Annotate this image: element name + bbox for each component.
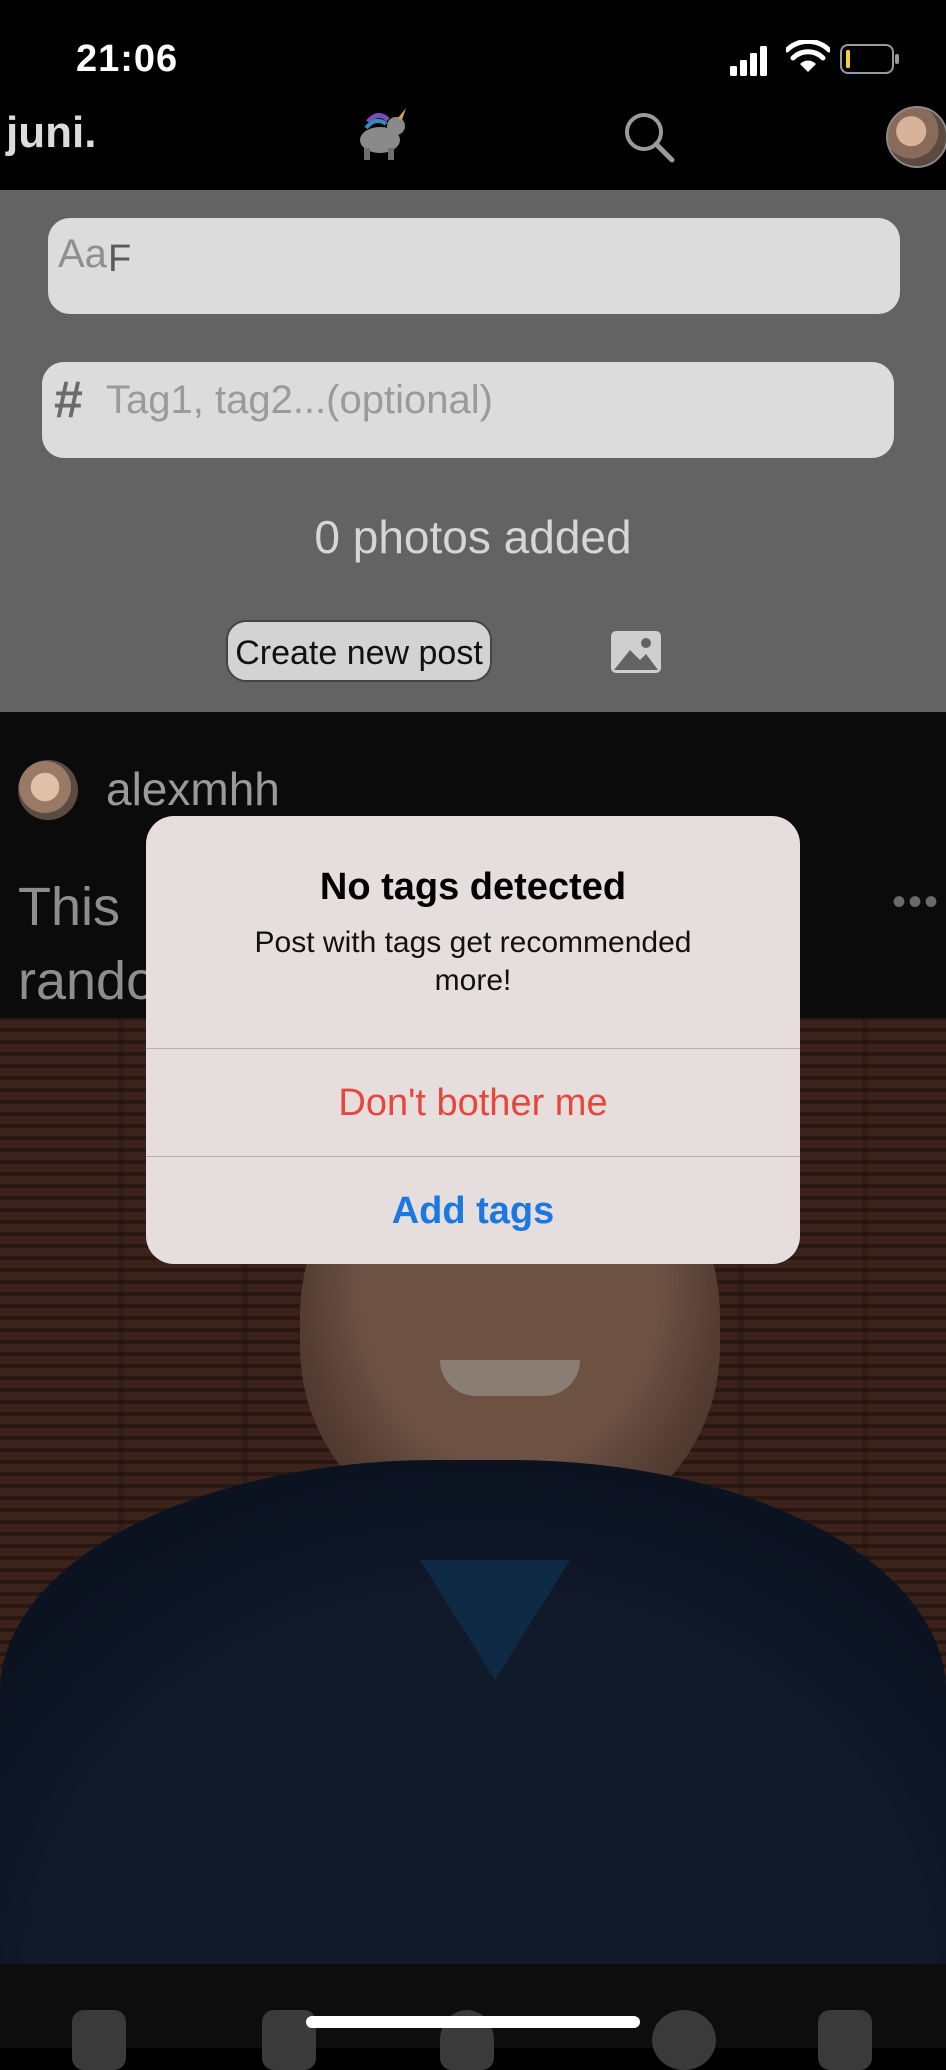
home-indicator[interactable]	[306, 2016, 640, 2028]
profile-avatar[interactable]	[886, 106, 946, 168]
brand-logo-text[interactable]: juni.	[6, 108, 96, 158]
more-icon[interactable]: •••	[892, 880, 940, 925]
status-time: 21:06	[76, 38, 179, 80]
nav-bar	[0, 100, 946, 190]
comment-icon[interactable]	[652, 2010, 716, 2070]
share-icon[interactable]	[818, 2010, 872, 2070]
no-tags-alert: No tags detected Post with tags get reco…	[146, 816, 800, 1264]
dont-bother-button[interactable]: Don't bother me	[146, 1050, 800, 1156]
alert-message: Post with tags get recommended more!	[254, 926, 692, 997]
post-author-avatar[interactable]	[18, 760, 78, 820]
post-author-username[interactable]: alexmhh	[106, 762, 280, 816]
image-icon[interactable]	[610, 630, 662, 674]
create-post-button[interactable]: Create new post	[226, 620, 492, 682]
alert-title: No tags detected	[319, 866, 627, 908]
like-icon[interactable]	[72, 2010, 126, 2070]
hash-icon: #	[54, 371, 83, 429]
tags-placeholder: Tag1, tag2...(optional)	[106, 378, 493, 422]
battery-icon	[840, 44, 899, 74]
signal-icon	[730, 46, 767, 76]
add-tags-button[interactable]: Add tags	[146, 1158, 800, 1264]
photo-smile	[440, 1360, 580, 1396]
search-icon[interactable]	[622, 110, 676, 164]
photo-shirt	[0, 1460, 946, 1964]
unicorn-logo-icon[interactable]	[348, 108, 410, 160]
photos-added-count: 0 photos added	[314, 511, 632, 563]
wifi-icon	[786, 40, 830, 72]
alert-divider	[146, 1048, 800, 1049]
title-placeholder: Aa	[58, 232, 107, 276]
title-value: F	[108, 238, 132, 280]
post-title-input[interactable]	[48, 218, 900, 314]
alert-divider	[146, 1156, 800, 1157]
